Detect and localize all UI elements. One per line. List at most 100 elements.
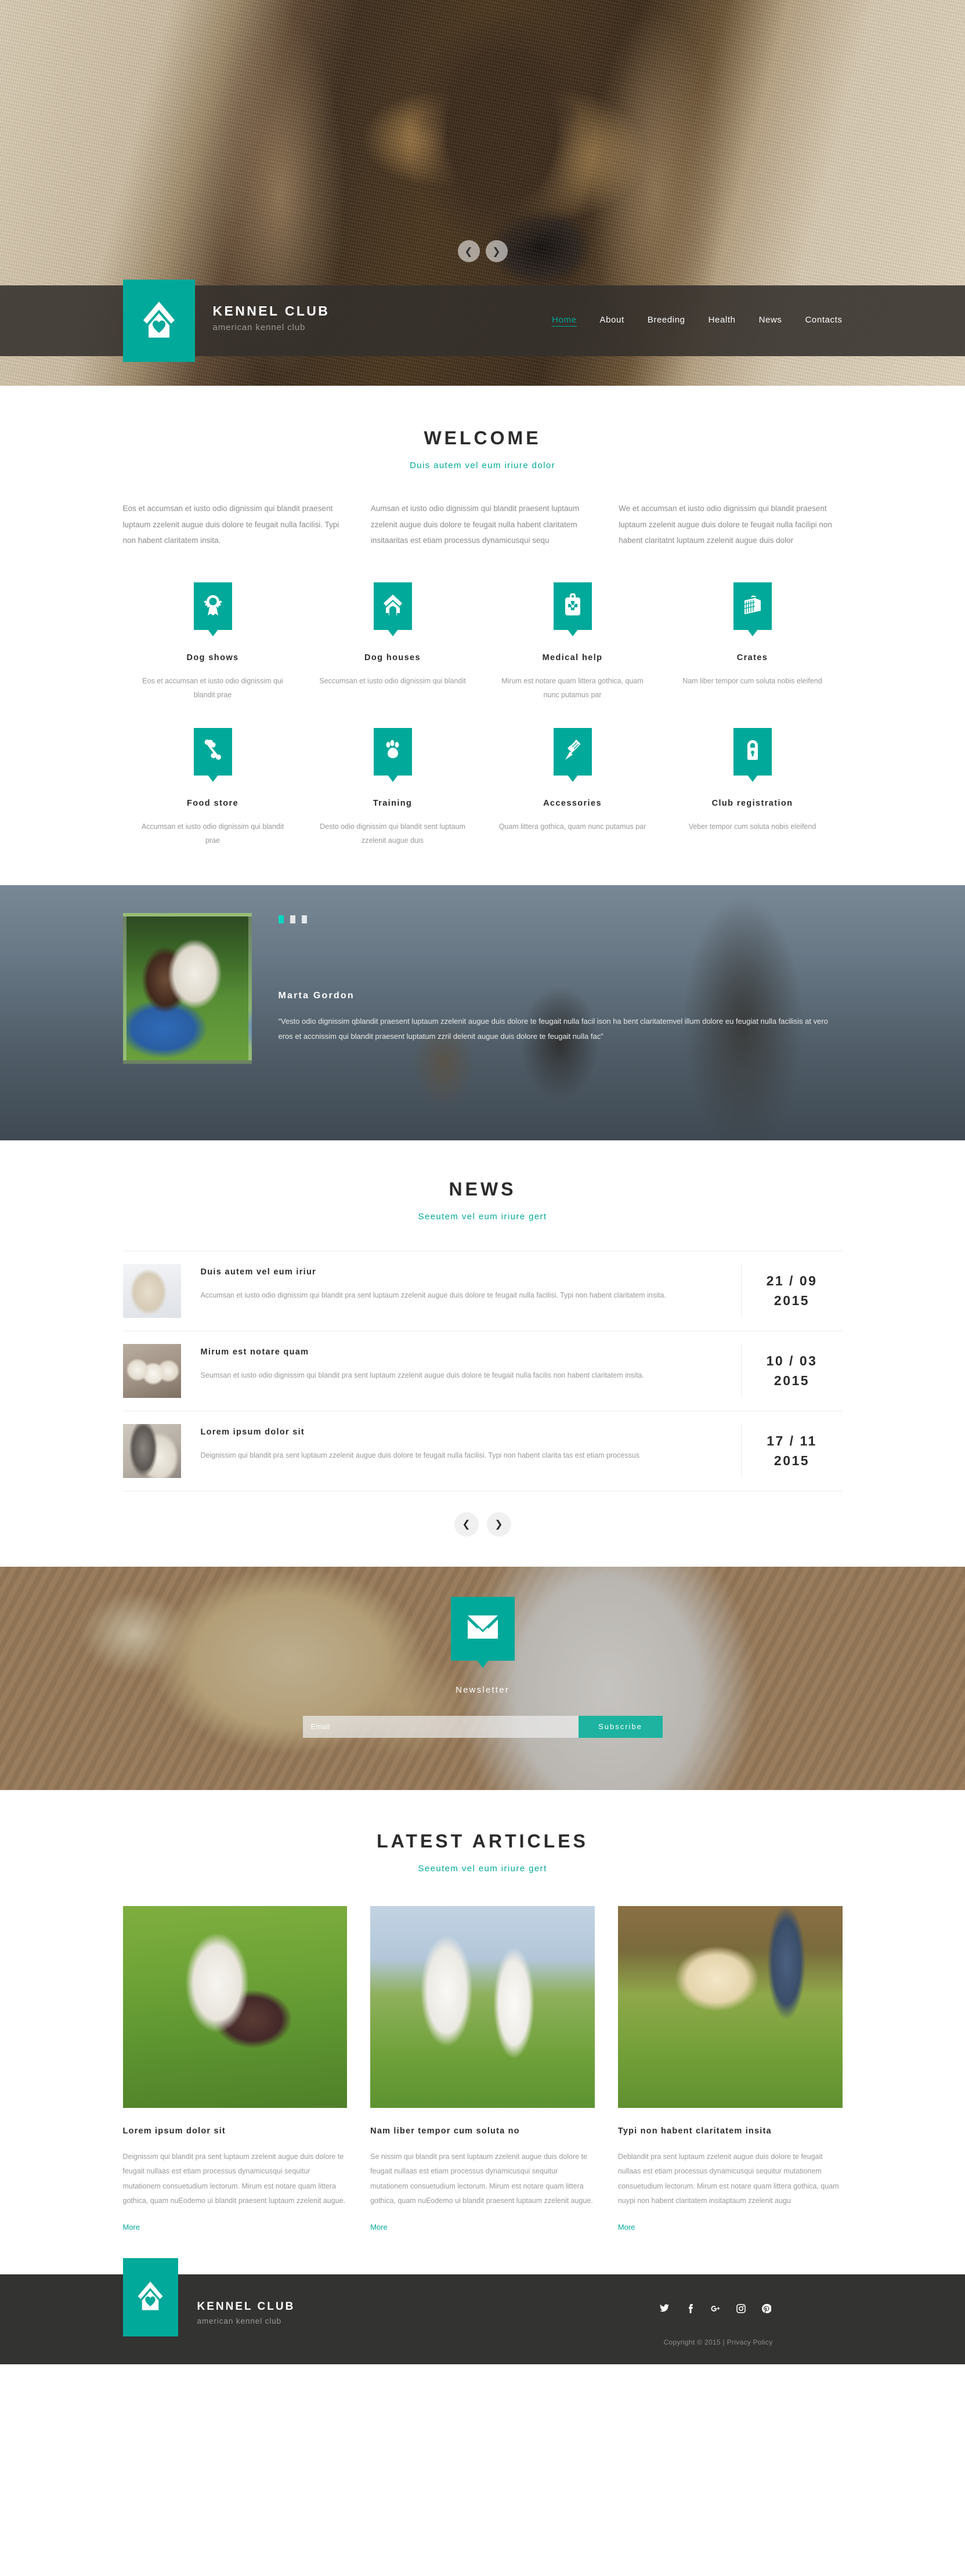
newsletter-email-input[interactable]: [302, 1715, 579, 1738]
articles-subtitle: Seeutem vel eum iriure gert: [418, 1863, 547, 1874]
article-more-link[interactable]: More: [370, 2223, 388, 2231]
news-item-year: 2015: [774, 1453, 810, 1469]
service-title: Training: [373, 798, 413, 808]
news-prev-button[interactable]: ❮: [454, 1512, 479, 1537]
news-item[interactable]: Mirum est notare quam Seumsan et iusto o…: [122, 1331, 843, 1411]
article-more-link[interactable]: More: [123, 2223, 140, 2231]
nav-item-health[interactable]: Health: [709, 315, 736, 327]
articles-grid: Lorem ipsum dolor sit Deignissim qui bla…: [122, 1905, 843, 2233]
news-item-date: 21 / 09 2015: [740, 1263, 843, 1318]
nav-item-about[interactable]: About: [600, 315, 624, 327]
service-text: Mirum est notare quam littera gothica, q…: [501, 677, 644, 700]
service-club-registration[interactable]: Club registration Veber tempor cum solut…: [663, 727, 843, 848]
service-badge: [193, 727, 232, 776]
logo-badge[interactable]: [122, 280, 195, 362]
news-item-text: Seumsan et iusto odio dignissim qui blan…: [200, 1371, 644, 1379]
newsletter-subscribe-button[interactable]: Subscribe: [578, 1715, 663, 1738]
doghouse-heart-icon: [137, 2280, 164, 2314]
article-card[interactable]: Typi non habent claritatem insita Deblan…: [617, 1905, 843, 2233]
testimonial-dot-2[interactable]: [290, 915, 295, 923]
hero-prev-button[interactable]: ❮: [457, 240, 480, 262]
service-text: Quam littera gothica, quam nunc putamus …: [498, 822, 646, 831]
article-title: Nam liber tempor cum soluta no: [370, 2126, 520, 2136]
pinterest-icon[interactable]: [760, 2302, 773, 2315]
services-section: Dog shows Eos et accumsan et iusto odio …: [0, 549, 965, 885]
article-card[interactable]: Nam liber tempor cum soluta no Se nissim…: [370, 1905, 595, 2233]
service-text: Nam liber tempor cum soluta nobis eleife…: [682, 677, 822, 686]
news-thumbnail: [122, 1343, 181, 1398]
newsletter-section: Newsletter Subscribe: [0, 1566, 965, 1790]
news-subtitle: Seeutem vel eum iriure gert: [418, 1211, 547, 1222]
welcome-column-3: We et accumsan et iusto odio dignissim q…: [619, 504, 832, 545]
news-thumbnail: [122, 1263, 181, 1318]
news-item[interactable]: Lorem ipsum dolor sit Deignissim qui bla…: [122, 1411, 843, 1491]
news-item-title: Mirum est notare quam: [200, 1347, 309, 1357]
testimonial-dot-1[interactable]: [278, 915, 284, 923]
footer-brand-name: KENNEL CLUB: [197, 2300, 295, 2313]
service-training[interactable]: Training Desto odio dignissim qui blandi…: [303, 727, 483, 848]
service-crates[interactable]: Crates Nam liber tempor cum soluta nobis…: [663, 582, 843, 702]
news-item-text: Deignissim qui blandit pra sent luptaum …: [200, 1451, 639, 1459]
article-text: Deblandit pra sent luptaum zzelenit augu…: [617, 2152, 839, 2205]
testimonial-pager: [278, 915, 843, 923]
newsletter-label: Newsletter: [456, 1684, 509, 1695]
service-text: Eos et accumsan et iusto odio dignissim …: [142, 677, 283, 700]
news-thumbnail: [122, 1423, 181, 1478]
service-dog-houses[interactable]: Dog houses Seccumsan et iusto odio digni…: [303, 582, 483, 702]
first-aid-kit-icon: [562, 592, 583, 619]
footer-logo-badge[interactable]: [122, 2258, 178, 2337]
news-item-day: 21 / 09: [766, 1273, 818, 1288]
news-item-year: 2015: [774, 1293, 810, 1309]
news-list: Duis autem vel eum iriur Accumsan et ius…: [122, 1250, 843, 1491]
testimonial-dot-3[interactable]: [301, 915, 307, 923]
welcome-section: WELCOME Duis autem vel eum iriure dolor …: [0, 386, 965, 549]
nav-item-home[interactable]: Home: [552, 315, 577, 327]
services-row-1: Dog shows Eos et accumsan et iusto odio …: [123, 582, 843, 702]
news-item-text: Accumsan et iusto odio dignissim qui bla…: [200, 1291, 666, 1299]
news-next-button[interactable]: ❯: [486, 1512, 511, 1537]
testimonial-quote: “Vesto odio dignissim qblandit praesent …: [278, 1016, 828, 1041]
nav-item-news[interactable]: News: [759, 315, 782, 327]
article-title: Lorem ipsum dolor sit: [122, 2126, 226, 2136]
footer-brand-tagline: american kennel club: [197, 2316, 282, 2325]
google-plus-icon[interactable]: [709, 2302, 722, 2315]
article-more-link[interactable]: More: [618, 2223, 635, 2231]
services-row-2: Food store Accumsan et iusto odio dignis…: [123, 727, 843, 848]
doghouse-heart-icon: [142, 300, 176, 342]
news-item[interactable]: Duis autem vel eum iriur Accumsan et ius…: [122, 1251, 843, 1331]
service-accessories[interactable]: Accessories Quam littera gothica, quam n…: [483, 727, 663, 848]
doghouse-icon: [382, 593, 403, 619]
envelope-icon: [467, 1615, 498, 1642]
service-dog-shows[interactable]: Dog shows Eos et accumsan et iusto odio …: [123, 582, 303, 702]
service-food-store[interactable]: Food store Accumsan et iusto odio dignis…: [123, 727, 303, 848]
welcome-column-1: Eos et accumsan et iusto odio dignissim …: [122, 504, 339, 545]
service-badge: [553, 727, 592, 776]
article-image: [370, 1905, 595, 2108]
news-item-date: 17 / 11 2015: [740, 1423, 843, 1478]
instagram-icon[interactable]: [735, 2302, 747, 2315]
service-badge: [373, 727, 412, 776]
twitter-icon[interactable]: [658, 2302, 671, 2315]
news-item-year: 2015: [774, 1373, 810, 1389]
news-item-day: 17 / 11: [767, 1433, 817, 1448]
service-title: Dog houses: [364, 653, 421, 663]
brand-name: KENNEL CLUB: [212, 303, 330, 318]
service-title: Dog shows: [186, 653, 239, 663]
paw-print-icon: [382, 738, 403, 765]
service-medical-help[interactable]: Medical help Mirum est notare quam litte…: [483, 582, 663, 702]
copyright-text[interactable]: Copyright © 2015 | Privacy Policy: [664, 2338, 773, 2346]
brand-tagline: american kennel club: [212, 322, 306, 332]
testimonial-author: Marta Gordon: [278, 990, 355, 1001]
article-text: Deignissim qui blandit pra sent luptaum …: [122, 2152, 346, 2205]
news-item-date: 10 / 03 2015: [740, 1343, 843, 1398]
hero-next-button[interactable]: ❯: [485, 240, 508, 262]
social-links: [658, 2302, 773, 2315]
lock-icon: [742, 738, 763, 765]
article-card[interactable]: Lorem ipsum dolor sit Deignissim qui bla…: [122, 1905, 348, 2233]
facebook-icon[interactable]: [684, 2302, 696, 2315]
service-title: Food store: [187, 798, 238, 808]
service-badge: [553, 582, 592, 631]
nav-item-breeding[interactable]: Breeding: [648, 315, 685, 327]
nav-item-contacts[interactable]: Contacts: [805, 315, 843, 327]
service-badge: [733, 582, 772, 631]
